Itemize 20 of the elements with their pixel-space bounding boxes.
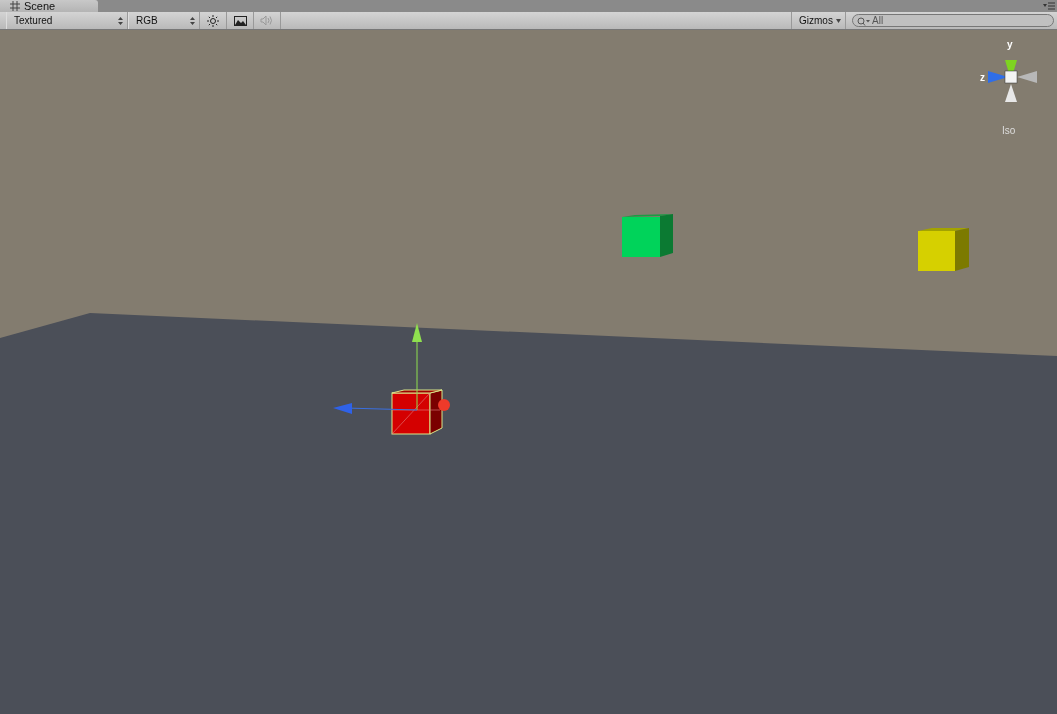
cube [918,228,969,271]
stepper-arrows-icon [118,16,123,25]
speaker-icon [260,15,274,26]
gizmos-dropdown[interactable]: Gizmos [791,12,846,29]
stepper-arrows-icon [190,16,195,25]
sun-icon [207,14,219,27]
z-axis-label: z [980,73,985,83]
cube [622,214,673,257]
search-field[interactable]: All [852,14,1054,27]
tab-label: Scene [24,0,56,12]
caret-icon [836,18,841,23]
selected-cube [391,389,443,435]
panel-menu-icon[interactable] [1043,2,1055,10]
draw-mode-dropdown[interactable]: Textured [6,12,128,29]
y-axis-label: y [1007,40,1013,50]
image-icon [233,15,247,26]
x-axis-handle[interactable] [438,399,450,411]
render-mode-dropdown[interactable]: RGB [128,12,200,29]
scene-tab[interactable]: Scene [0,0,98,12]
hash-icon [10,1,20,11]
